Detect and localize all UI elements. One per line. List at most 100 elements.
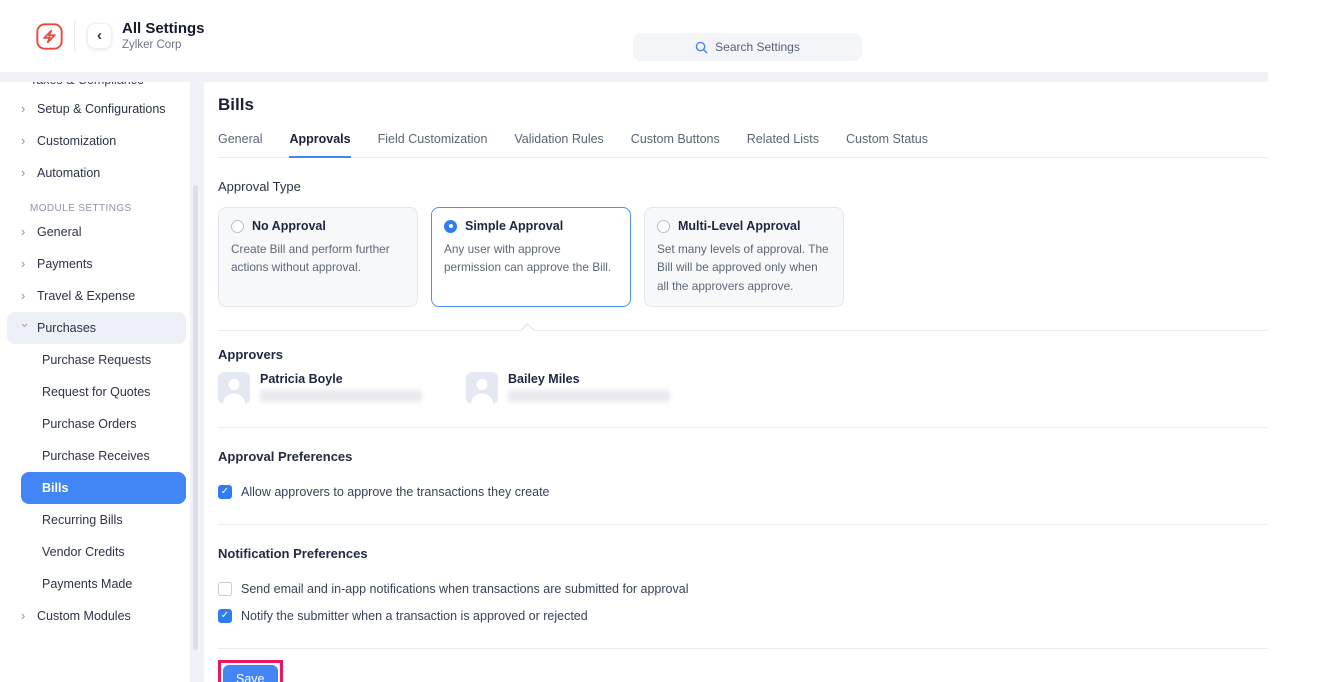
checkbox-checked-icon[interactable]: ✓: [218, 485, 232, 499]
tab-validation-rules[interactable]: Validation Rules: [514, 132, 603, 158]
approval-type-options: No ApprovalCreate Bill and perform furth…: [218, 207, 1268, 307]
section-divider: [218, 330, 1268, 331]
sidebar-item-label: Purchases: [37, 321, 96, 335]
checkbox-label: Notify the submitter when a transaction …: [241, 609, 588, 623]
sidebar-item-label: Automation: [37, 166, 100, 180]
chevron-right-icon: ›: [21, 611, 29, 621]
radio-unchecked-icon[interactable]: [657, 220, 670, 233]
chevron-right-icon: ›: [21, 136, 29, 146]
approver-patricia-boyle: Patricia Boyle: [218, 372, 422, 404]
sidebar-item-request-for-quotes[interactable]: Request for Quotes: [21, 376, 186, 408]
checkbox-label: Allow approvers to approve the transacti…: [241, 485, 550, 499]
sidebar-item-purchase-orders[interactable]: Purchase Orders: [21, 408, 186, 440]
sidebar-item-clipped[interactable]: Taxes & Compliance: [30, 82, 144, 87]
sidebar-item-setup-configurations[interactable]: ›Setup & Configurations: [7, 93, 186, 125]
checkbox-row-allow-approvers-to-approve-the-transacti[interactable]: ✓ Allow approvers to approve the transact…: [218, 485, 1268, 499]
radio-checked-icon[interactable]: [444, 220, 457, 233]
module-title: Bills: [218, 95, 1268, 115]
search-placeholder: Search Settings: [715, 40, 800, 54]
approval-type-head: Simple Approval: [444, 219, 618, 233]
tab-custom-buttons[interactable]: Custom Buttons: [631, 132, 720, 158]
tab-general[interactable]: General: [218, 132, 262, 158]
approval-preferences-checkboxes: ✓ Allow approvers to approve the transact…: [218, 485, 1268, 499]
sidebar-item-bills[interactable]: Bills: [21, 472, 186, 504]
search-settings-input[interactable]: Search Settings: [633, 33, 862, 61]
approval-type-description: Any user with approve permission can app…: [444, 240, 618, 277]
chevron-right-icon: ›: [21, 259, 29, 269]
approver-details: Patricia Boyle: [260, 372, 422, 404]
avatar: [218, 372, 250, 404]
tab-field-customization[interactable]: Field Customization: [378, 132, 488, 158]
approver-bailey-miles: Bailey Miles: [466, 372, 670, 404]
approval-type-label: Approval Type: [218, 179, 1268, 194]
approvers-list: Patricia Boyle Bailey Miles: [218, 372, 1268, 404]
sidebar-item-recurring-bills[interactable]: Recurring Bills: [21, 504, 186, 536]
approval-type-description: Set many levels of approval. The Bill wi…: [657, 240, 831, 295]
approver-email-redacted: [260, 390, 422, 402]
radio-unchecked-icon[interactable]: [231, 220, 244, 233]
header-left-cluster: ‹ All Settings Zylker Corp: [36, 0, 205, 72]
back-button[interactable]: ‹: [87, 23, 112, 49]
tab-approvals[interactable]: Approvals: [289, 132, 350, 158]
person-icon: [218, 372, 250, 404]
settings-sidebar: Taxes & Compliance ›Setup & Configuratio…: [0, 82, 190, 682]
approval-type-title: Multi-Level Approval: [678, 219, 800, 233]
approval-type-head: Multi-Level Approval: [657, 219, 831, 233]
checkbox-row-notify-the-submitter-when-a-transaction-[interactable]: ✓ Notify the submitter when a transaction…: [218, 609, 1268, 623]
page-title: All Settings: [122, 20, 205, 38]
sidebar-item-payments-made[interactable]: Payments Made: [21, 568, 186, 600]
chevron-right-icon: ›: [21, 227, 29, 237]
sidebar-section-label: MODULE SETTINGS: [30, 203, 190, 214]
sidebar-item-payments[interactable]: ›Payments: [7, 248, 186, 280]
sidebar-item-label: General: [37, 225, 81, 239]
sidebar-gap: [190, 82, 204, 682]
header-divider: [74, 21, 75, 51]
notification-preferences-title: Notification Preferences: [218, 546, 1268, 561]
checkbox-unchecked-icon[interactable]: [218, 582, 232, 596]
approval-type-card-multi-level-approval[interactable]: Multi-Level Approval Set many levels of a…: [644, 207, 844, 307]
search-icon: [695, 41, 708, 54]
settings-tabs: General Approvals Field Customization Valid…: [218, 132, 1268, 158]
person-icon: [466, 372, 498, 404]
sidebar-scrollbar[interactable]: [193, 185, 198, 650]
sidebar-item-travel-expense[interactable]: ›Travel & Expense: [7, 280, 186, 312]
sidebar-item-label: Custom Modules: [37, 609, 131, 623]
approval-type-title: Simple Approval: [465, 219, 563, 233]
sidebar-item-label: Setup & Configurations: [37, 102, 166, 116]
header-titles: All Settings Zylker Corp: [122, 20, 205, 52]
tab-custom-status[interactable]: Custom Status: [846, 132, 928, 158]
sidebar-item-general[interactable]: › General: [7, 216, 186, 248]
tab-related-lists[interactable]: Related Lists: [747, 132, 819, 158]
save-annotation-highlight: Save: [218, 660, 283, 682]
app-logo-icon: [36, 23, 63, 50]
approval-type-head: No Approval: [231, 219, 405, 233]
approval-preferences-title: Approval Preferences: [218, 449, 1268, 464]
checkbox-row-send-email-and-in-app-notifications-when[interactable]: Send email and in-app notifications when…: [218, 582, 1268, 596]
section-divider: [218, 427, 1268, 428]
sidebar-nav: ›Setup & Configurations›Customization›Au…: [0, 82, 190, 632]
sidebar-item-custom-modules[interactable]: › Custom Modules: [7, 600, 186, 632]
approval-type-card-no-approval[interactable]: No ApprovalCreate Bill and perform furth…: [218, 207, 418, 307]
approvers-label: Approvers: [218, 347, 1268, 362]
sidebar-item-label: Travel & Expense: [37, 289, 135, 303]
approval-type-card-simple-approval[interactable]: Simple Approval Any user with approve per…: [431, 207, 631, 307]
section-divider: [218, 648, 1268, 649]
avatar: [466, 372, 498, 404]
sidebar-item-purchase-receives[interactable]: Purchase Receives: [21, 440, 186, 472]
sidebar-item-customization[interactable]: ›Customization: [7, 125, 186, 157]
approver-name: Bailey Miles: [508, 372, 670, 387]
selected-card-pointer: [521, 323, 534, 336]
checkbox-checked-icon[interactable]: ✓: [218, 609, 232, 623]
sidebar-item-purchases[interactable]: ›Purchases: [7, 312, 186, 344]
sidebar-item-vendor-credits[interactable]: Vendor Credits: [21, 536, 186, 568]
header-gap: [0, 72, 1268, 82]
top-header: ‹ All Settings Zylker Corp Search Settin…: [0, 0, 1328, 72]
sidebar-item-purchase-requests[interactable]: Purchase Requests: [21, 344, 186, 376]
sidebar-item-automation[interactable]: ›Automation: [7, 157, 186, 189]
approval-type-title: No Approval: [252, 219, 326, 233]
all-settings-page: ‹ All Settings Zylker Corp Search Settin…: [0, 0, 1328, 682]
checkbox-label: Send email and in-app notifications when…: [241, 582, 688, 596]
section-divider: [218, 524, 1268, 525]
approver-details: Bailey Miles: [508, 372, 670, 404]
save-button[interactable]: Save: [223, 665, 278, 682]
